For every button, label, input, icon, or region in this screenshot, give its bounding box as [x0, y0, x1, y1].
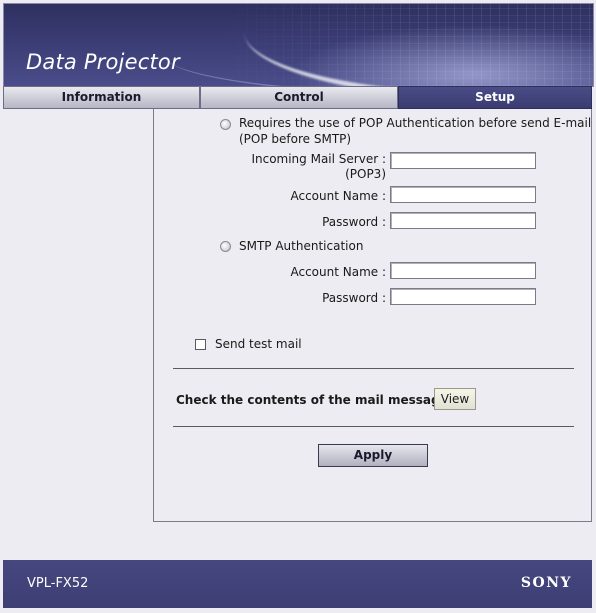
pop-password-input[interactable] — [390, 212, 536, 229]
pop-before-smtp-label: Requires the use of POP Authentication b… — [239, 116, 592, 130]
send-test-mail-checkbox[interactable] — [195, 339, 206, 350]
incoming-server-sublabel: (POP3) — [345, 167, 386, 181]
tab-control[interactable]: Control — [200, 86, 398, 109]
divider-bottom — [173, 426, 574, 427]
pop-before-smtp-radio[interactable] — [220, 119, 231, 130]
view-button[interactable]: View — [434, 388, 476, 410]
pop-account-label: Account Name : — [290, 189, 386, 203]
brand-logo: SONY — [520, 575, 572, 591]
divider-top — [173, 368, 574, 369]
tab-setup[interactable]: Setup — [398, 86, 592, 109]
smtp-password-label: Password : — [322, 291, 386, 305]
header-banner: Data Projector — [3, 3, 594, 87]
incoming-server-label: Incoming Mail Server : — [251, 152, 386, 166]
smtp-password-input[interactable] — [390, 288, 536, 305]
smtp-auth-label: SMTP Authentication — [239, 239, 364, 253]
send-test-mail-label: Send test mail — [215, 337, 302, 351]
incoming-server-input[interactable] — [390, 152, 536, 169]
model-name: VPL-FX52 — [27, 576, 89, 591]
pop-password-label: Password : — [322, 215, 386, 229]
tab-bar: Information Control Setup — [3, 86, 592, 109]
smtp-account-label: Account Name : — [290, 265, 386, 279]
footer-bar: VPL-FX52 SONY — [3, 560, 592, 608]
smtp-auth-radio[interactable] — [220, 241, 231, 252]
tab-information[interactable]: Information — [3, 86, 200, 109]
smtp-account-input[interactable] — [390, 262, 536, 279]
apply-button[interactable]: Apply — [318, 444, 428, 467]
pop-before-smtp-sublabel: (POP before SMTP) — [239, 132, 352, 146]
pop-account-input[interactable] — [390, 186, 536, 203]
app-title: Data Projector — [26, 50, 180, 74]
check-contents-label: Check the contents of the mail message — [176, 393, 448, 407]
mail-settings-panel: Requires the use of POP Authentication b… — [153, 109, 592, 522]
